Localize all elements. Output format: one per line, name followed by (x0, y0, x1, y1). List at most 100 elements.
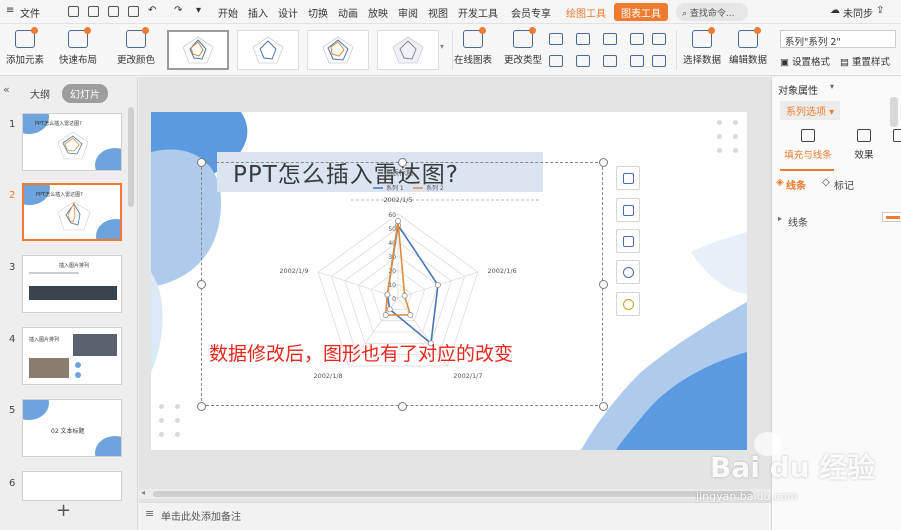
scrollbar-thumb[interactable] (153, 491, 753, 497)
tab-review[interactable]: 审阅 (398, 5, 418, 20)
bar-chart-icon[interactable] (549, 33, 563, 45)
online-chart-button[interactable]: 在线图表 (450, 27, 496, 66)
radar-style-preview (392, 36, 424, 64)
scroll-left-icon[interactable]: ◂ (141, 488, 145, 497)
panel-scrollbar[interactable] (890, 97, 898, 127)
radar-tick-label: 50 (388, 226, 396, 233)
radar-chart[interactable]: 图表标题系列 1 系列 2 0102030405060 2002/1/52002/… (151, 112, 747, 450)
horizontal-scrollbar[interactable]: ◂ (139, 488, 771, 499)
thumb-photo (73, 334, 117, 356)
thumb-radar (57, 131, 89, 160)
print-icon[interactable] (108, 6, 119, 17)
stacked-area-icon[interactable] (549, 55, 563, 67)
tab-member[interactable]: 会员专享 (511, 5, 551, 20)
lightbulb-icon (623, 299, 634, 310)
chart-settings-button[interactable] (616, 260, 640, 284)
slide-thumbnail-6[interactable] (22, 471, 122, 501)
donut-chart-icon[interactable] (603, 55, 617, 67)
redo-icon[interactable]: ↷ (174, 5, 182, 16)
series-dropdown[interactable]: 系列"系列 2" (780, 30, 896, 48)
chart-style-1[interactable] (167, 30, 229, 70)
chevron-right-icon[interactable]: ▸ (778, 214, 782, 223)
menu-file[interactable]: 文件 (20, 5, 40, 20)
tab-design[interactable]: 设计 (278, 5, 298, 20)
change-color-button[interactable]: 更改颜色 (114, 27, 158, 66)
tab-view[interactable]: 视图 (428, 5, 448, 20)
cloud-icon[interactable]: ☁ (830, 5, 840, 16)
quick-layout-icon (68, 27, 91, 48)
edit-data-button[interactable]: 编辑数据 (726, 27, 770, 66)
tab-developer[interactable]: 开发工具 (458, 5, 498, 20)
radar-category-label: 2002/1/9 (279, 267, 308, 275)
radar-category-label: 2002/1/7 (453, 372, 482, 380)
subtab-marker[interactable]: 标记 (834, 177, 854, 192)
watermark-url: jingyan.baidu.com (696, 490, 798, 503)
line-section-header[interactable]: 线条 (788, 214, 808, 229)
tab-effect[interactable]: 效果 (846, 129, 882, 161)
add-element-icon (15, 27, 38, 48)
slide-thumbnail-4[interactable]: 插入图片排列 (22, 327, 122, 385)
slide-number: 1 (9, 119, 16, 130)
tab-transition[interactable]: 切换 (308, 5, 328, 20)
slide-thumbnail-1[interactable]: PPT怎么插入雷达图? (22, 113, 122, 171)
add-element-button[interactable]: 添加元素 (4, 27, 46, 66)
chart-style-2[interactable] (237, 30, 299, 70)
combo-chart-icon[interactable] (630, 55, 644, 67)
share-icon[interactable]: ⇪ (876, 5, 884, 16)
open-icon[interactable] (68, 6, 79, 17)
wave-chart-icon[interactable] (603, 33, 617, 45)
chevron-down-icon[interactable]: ▾ (830, 82, 834, 91)
line-icon: ◈ (776, 177, 784, 188)
tab-drawing-tools[interactable]: 绘图工具 (566, 5, 606, 20)
reset-style-button[interactable]: ▤ 重置样式 (840, 54, 900, 68)
scatter-chart-icon[interactable] (652, 55, 666, 67)
slide-thumbnail-3[interactable]: 插入图片排列 (22, 255, 122, 313)
chart-idea-button[interactable] (616, 292, 640, 316)
set-format-button[interactable]: ▣ 设置格式 (780, 54, 836, 68)
slide-panel-scrollbar[interactable] (128, 107, 134, 207)
tab-insert[interactable]: 插入 (248, 5, 268, 20)
chart-elements-button[interactable] (616, 166, 640, 190)
select-data-button[interactable]: 选择数据 (680, 27, 724, 66)
effect-icon (857, 129, 871, 142)
preview-icon[interactable] (128, 6, 139, 17)
more-icon[interactable]: ▾ (196, 5, 201, 16)
quick-layout-button[interactable]: 快速布局 (56, 27, 100, 66)
column-chart-icon[interactable] (576, 55, 590, 67)
line-color-swatch[interactable] (882, 212, 901, 222)
subtab-line[interactable]: 线条 (786, 177, 806, 192)
line-chart-icon[interactable] (576, 33, 590, 45)
thumb-title: 02 文本标题 (51, 428, 85, 435)
collapse-panel-icon[interactable]: « (3, 83, 10, 96)
add-slide-button[interactable]: + (56, 500, 71, 521)
slide-thumbnail-2[interactable]: PPT怎么插入雷达图? (22, 183, 122, 241)
undo-icon[interactable]: ↶ (148, 5, 156, 16)
sync-status[interactable]: 未同步 (843, 5, 873, 20)
chart-style-button[interactable] (616, 198, 640, 222)
styles-more-icon[interactable]: ▾ (440, 42, 444, 51)
tab-chart-tools[interactable]: 图表工具 (614, 3, 668, 21)
tab-more[interactable] (890, 129, 901, 147)
chart-style-3[interactable] (307, 30, 369, 70)
change-type-button[interactable]: 更改类型 (500, 27, 546, 66)
radar-chart-icon[interactable] (630, 33, 644, 45)
radar-category-label: 2002/1/5 (383, 196, 412, 204)
tab-fill-line[interactable]: 填充与线条 (778, 129, 838, 161)
hamburger-icon[interactable]: ≡ (6, 5, 14, 16)
notes-area[interactable]: ≡ 单击此处添加备注 (139, 502, 771, 530)
tab-outline[interactable]: 大纲 (30, 86, 50, 101)
area-chart-icon[interactable] (652, 33, 666, 45)
series-options-dropdown[interactable]: 系列选项 ▾ (780, 101, 841, 120)
tab-slides[interactable]: 幻灯片 (62, 84, 108, 103)
chart-filter-button[interactable] (616, 229, 640, 253)
slide-thumbnail-5[interactable]: 02 文本标题 (22, 399, 122, 457)
tab-home[interactable]: 开始 (218, 5, 238, 20)
slide[interactable]: PPT怎么插入雷达图? 图表标题 系列 1 系列 2 0 10 20 30 40 50 60 2… (151, 112, 747, 450)
chart-style-4[interactable] (377, 30, 439, 70)
save-icon[interactable] (88, 6, 99, 17)
notes-icon: ≡ (145, 507, 155, 520)
tab-slideshow[interactable]: 放映 (368, 5, 388, 20)
active-tab-indicator (780, 169, 834, 171)
tab-animation[interactable]: 动画 (338, 5, 358, 20)
search-input[interactable]: ⌕ 查找命令... (676, 3, 748, 21)
